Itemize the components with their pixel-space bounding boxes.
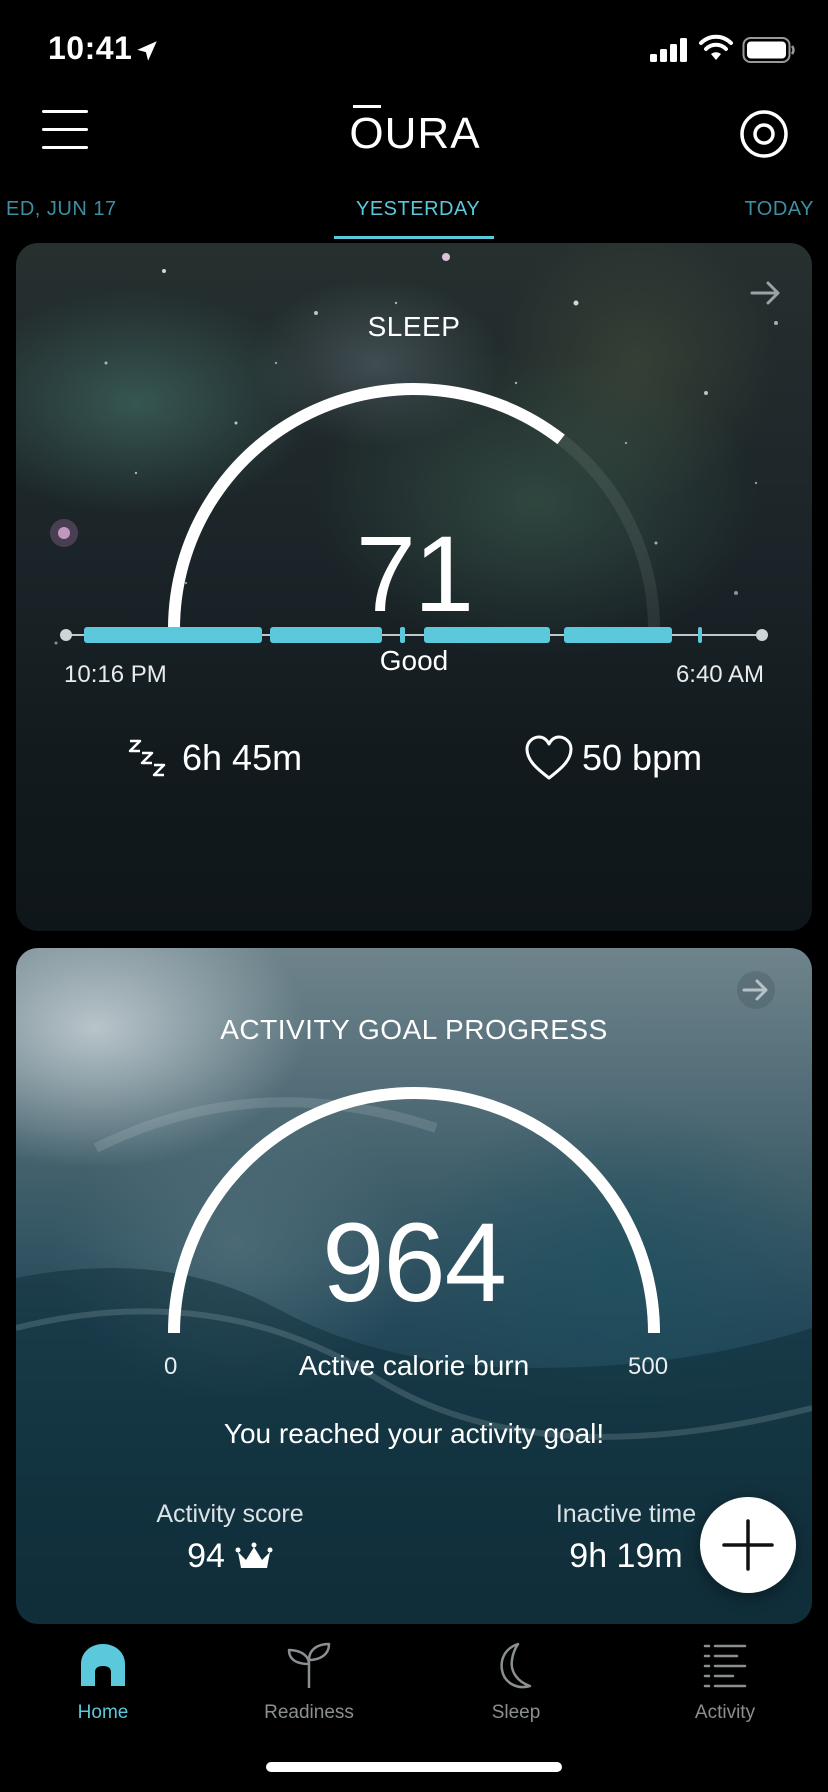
goal-reached-message: You reached your activity goal! bbox=[223, 1418, 605, 1449]
inactive-time-metric: Inactive time 9h 19m bbox=[526, 1500, 726, 1576]
sleep-card-arrow-icon[interactable] bbox=[746, 273, 786, 313]
add-button[interactable] bbox=[700, 1497, 796, 1593]
menu-button[interactable] bbox=[40, 108, 90, 152]
zzz-icon bbox=[128, 739, 166, 777]
active-tab-indicator bbox=[334, 236, 494, 239]
activity-card[interactable]: ACTIVITY GOAL PROGRESS 964 Active calori… bbox=[16, 948, 812, 1624]
nav-item-sleep[interactable]: Sleep bbox=[441, 1638, 591, 1724]
nav-label-home: Home bbox=[77, 1702, 129, 1723]
activity-list-icon bbox=[703, 1644, 747, 1688]
day-tabs: ED, JUN 17 YESTERDAY TODAY bbox=[0, 190, 828, 240]
location-arrow-icon bbox=[137, 41, 157, 61]
activity-score-label: Activity score bbox=[156, 1500, 304, 1528]
activity-score-value: 94 bbox=[187, 1537, 225, 1575]
sprout-icon bbox=[287, 1642, 331, 1688]
status-time: 10:41 bbox=[48, 30, 133, 66]
bedtime-end: 6:40 AM bbox=[675, 661, 764, 688]
nav-item-home[interactable]: Home bbox=[28, 1638, 178, 1724]
inactive-time-label: Inactive time bbox=[555, 1500, 697, 1528]
sleep-card[interactable]: SLEEP 71 Good 10:16 PM 6:40 AM 6h 45m 50… bbox=[16, 243, 812, 931]
nav-item-activity[interactable]: Activity bbox=[650, 1638, 800, 1724]
sleep-card-title: SLEEP bbox=[367, 311, 461, 342]
tab-yesterday[interactable]: YESTERDAY bbox=[356, 198, 480, 221]
sleep-timeline bbox=[60, 627, 768, 643]
heart-rate-stat: 50 bpm bbox=[524, 728, 702, 788]
gauge-min-label: 0 bbox=[164, 1353, 178, 1380]
gauge-max-label: 500 bbox=[628, 1353, 669, 1380]
home-icon bbox=[81, 1644, 125, 1686]
sleep-score: 71 bbox=[355, 513, 474, 634]
bedtime-start: 10:16 PM bbox=[64, 661, 167, 688]
home-indicator bbox=[266, 1762, 562, 1772]
battery-icon bbox=[742, 37, 795, 63]
nav-label-readiness: Readiness bbox=[264, 1702, 354, 1723]
activity-score-metric: Activity score 94 bbox=[124, 1500, 336, 1576]
cellular-signal-icon bbox=[650, 38, 687, 62]
tab-previous-day[interactable]: ED, JUN 17 bbox=[6, 198, 117, 221]
activity-card-arrow-icon[interactable] bbox=[736, 970, 776, 1010]
active-calories-value: 964 bbox=[322, 1200, 507, 1325]
status-bar: 10:41 bbox=[0, 0, 828, 96]
moon-icon bbox=[500, 1642, 532, 1689]
logo-letter-o: O bbox=[349, 105, 385, 158]
wifi-icon bbox=[699, 34, 733, 60]
ring-icon[interactable] bbox=[738, 108, 790, 160]
oura-logo: O URA bbox=[340, 104, 490, 164]
active-calories-label: Active calorie burn bbox=[298, 1350, 530, 1381]
nav-label-activity: Activity bbox=[694, 1702, 756, 1723]
activity-card-title: ACTIVITY GOAL PROGRESS bbox=[220, 1014, 608, 1045]
inactive-time-value: 9h 19m bbox=[569, 1537, 683, 1575]
nav-item-readiness[interactable]: Readiness bbox=[234, 1638, 384, 1724]
heart-rate-value: 50 bpm bbox=[582, 737, 703, 778]
nav-label-sleep: Sleep bbox=[491, 1702, 541, 1723]
tab-today[interactable]: TODAY bbox=[744, 198, 814, 221]
total-sleep-stat: 6h 45m bbox=[126, 728, 302, 788]
total-sleep-value: 6h 45m bbox=[182, 737, 303, 778]
heart-icon bbox=[525, 735, 573, 780]
crown-icon bbox=[235, 1542, 273, 1568]
logo-text: URA bbox=[384, 109, 481, 158]
